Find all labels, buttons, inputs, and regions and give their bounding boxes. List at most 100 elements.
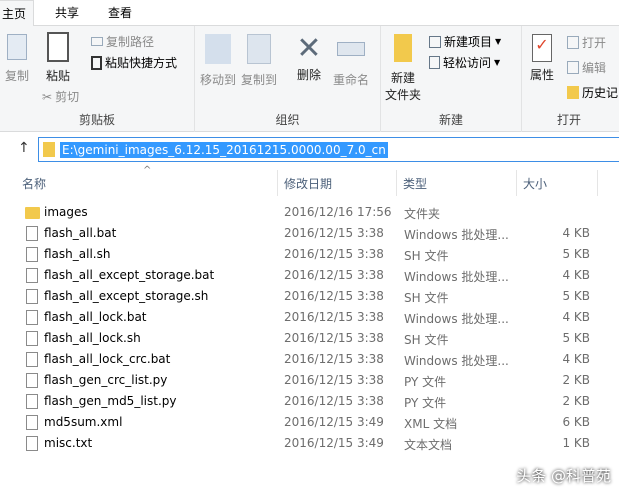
copy-path-label: 复制路径 (106, 35, 155, 49)
rename-button[interactable]: 重命名 (329, 34, 373, 88)
properties-check-icon: ✓ (532, 34, 552, 62)
column-size[interactable]: 大小 (523, 175, 547, 192)
file-row[interactable]: images 2016/12/16 17:56 文件夹 (0, 202, 619, 223)
file-size: 2 KB (562, 394, 590, 408)
file-name: flash_gen_md5_list.py (44, 394, 177, 408)
file-name: flash_all_lock.bat (44, 310, 147, 324)
new-item-button[interactable]: 新建项目 ▼ (429, 33, 501, 50)
up-arrow-icon[interactable]: ↑ (18, 140, 30, 156)
file-row[interactable]: flash_all_except_storage.sh 2016/12/15 3:… (0, 286, 619, 307)
open-button[interactable]: 打开 (567, 34, 606, 51)
file-row[interactable]: flash_all_lock_crc.bat 2016/12/15 3:38 Win… (0, 349, 619, 370)
new-folder-label-1: 新建 (390, 71, 415, 85)
file-date: 2016/12/15 3:38 (284, 289, 384, 303)
file-icon (26, 289, 38, 304)
column-divider[interactable] (516, 170, 517, 196)
rename-icon (337, 42, 365, 56)
file-type: Windows 批处理... (404, 354, 509, 368)
clipboard-group: 复制 粘贴 复制路径 粘贴快捷方式 ✂ 剪切 剪贴板 (0, 26, 195, 132)
file-row[interactable]: flash_all.bat 2016/12/15 3:38 Windows 批处理.… (0, 223, 619, 244)
address-bar-row: ↑ E:\gemini_images_6.12.15_20161215.0000… (0, 133, 619, 167)
ribbon: 复制 粘贴 复制路径 粘贴快捷方式 ✂ 剪切 剪贴板 移动到 复制到 ✕ 删除 重… (0, 26, 619, 132)
new-group-label: 新建 (438, 113, 463, 127)
file-icon (26, 373, 38, 388)
file-date: 2016/12/15 3:38 (284, 268, 384, 282)
file-row[interactable]: flash_all.sh 2016/12/15 3:38 SH 文件 5 KB (0, 244, 619, 265)
file-row[interactable]: flash_gen_crc_list.py 2016/12/15 3:38 PY 文… (0, 370, 619, 391)
file-row[interactable]: flash_all_except_storage.bat 2016/12/15 3… (0, 265, 619, 286)
file-size: 4 KB (562, 310, 590, 324)
paste-button[interactable]: 粘贴 (40, 32, 76, 84)
folder-icon (25, 207, 40, 219)
file-date: 2016/12/15 3:49 (284, 415, 384, 429)
open-label: 打开 (582, 36, 607, 50)
column-headers: ^ 名称 修改日期 类型 大小 (0, 165, 619, 196)
delete-label: 删除 (296, 68, 321, 82)
file-name: flash_gen_crc_list.py (44, 373, 168, 387)
delete-x-icon: ✕ (296, 31, 322, 66)
file-row[interactable]: misc.txt 2016/12/15 3:49 文本文档 1 KB (0, 433, 619, 454)
column-divider[interactable] (597, 170, 598, 196)
file-name: flash_all.bat (44, 226, 117, 240)
paste-shortcut-button[interactable]: 粘贴快捷方式 (91, 54, 177, 71)
file-date: 2016/12/15 3:38 (284, 394, 384, 408)
cut-button[interactable]: ✂ 剪切 (42, 88, 79, 105)
easy-access-button[interactable]: 轻松访问 ▼ (429, 54, 500, 71)
open-icon (567, 36, 579, 49)
batch-file-icon (26, 310, 38, 325)
file-size: 6 KB (562, 415, 590, 429)
file-name: flash_all_except_storage.bat (44, 268, 215, 282)
organize-group: 移动到 复制到 ✕ 删除 重命名 组织 (195, 26, 381, 132)
easy-access-label: 轻松访问 (443, 56, 492, 70)
file-size: 4 KB (562, 268, 590, 282)
copy-icon (7, 34, 27, 60)
file-icon (26, 331, 38, 346)
address-input[interactable]: E:\gemini_images_6.12.15_20161215.0000.0… (38, 137, 619, 162)
dropdown-icon: ▼ (494, 58, 501, 67)
new-folder-label-2: 文件夹 (384, 88, 421, 102)
file-type: Windows 批处理... (404, 228, 509, 242)
properties-button[interactable]: ✓ 属性 (524, 34, 560, 83)
file-size: 2 KB (562, 373, 590, 387)
edit-button[interactable]: 编辑 (567, 59, 606, 76)
column-type[interactable]: 类型 (403, 175, 427, 192)
file-name: flash_all_except_storage.sh (44, 289, 209, 303)
move-icon (205, 34, 231, 64)
file-size: 4 KB (562, 226, 590, 240)
tab-home[interactable]: 主页 (0, 0, 34, 27)
tab-view[interactable]: 查看 (108, 4, 132, 21)
file-date: 2016/12/15 3:38 (284, 331, 384, 345)
new-item-icon (429, 35, 441, 48)
tab-share[interactable]: 共享 (55, 4, 79, 21)
file-date: 2016/12/15 3:38 (284, 226, 384, 240)
watermark: 头条 @科普苑 (516, 467, 611, 485)
file-row[interactable]: flash_gen_md5_list.py 2016/12/15 3:38 PY 文… (0, 391, 619, 412)
history-button[interactable]: 历史记 (567, 84, 618, 101)
new-folder-button[interactable]: 新建 文件夹 (383, 34, 423, 103)
file-type: SH 文件 (404, 333, 449, 347)
copy-path-button[interactable]: 复制路径 (91, 33, 154, 50)
ribbon-tabs: 主页 共享 查看 (0, 0, 619, 27)
delete-button[interactable]: ✕ 删除 (292, 32, 326, 83)
new-item-label: 新建项目 (444, 35, 493, 49)
address-path: E:\gemini_images_6.12.15_20161215.0000.0… (60, 142, 388, 158)
file-type: 文件夹 (404, 207, 441, 221)
file-row[interactable]: flash_all_lock.sh 2016/12/15 3:38 SH 文件 5 K… (0, 328, 619, 349)
column-name[interactable]: 名称 (22, 175, 46, 192)
file-row[interactable]: flash_all_lock.bat 2016/12/15 3:38 Windows… (0, 307, 619, 328)
file-name: flash_all_lock.sh (44, 331, 141, 345)
file-type: PY 文件 (404, 375, 447, 389)
file-row[interactable]: md5sum.xml 2016/12/15 3:49 XML 文档 6 KB (0, 412, 619, 433)
cut-label: 剪切 (55, 90, 80, 104)
copy-button[interactable]: 复制 (2, 34, 32, 84)
column-date[interactable]: 修改日期 (284, 175, 332, 192)
file-type: XML 文档 (404, 417, 458, 431)
move-to-button[interactable]: 移动到 (198, 34, 238, 88)
copy-to-button[interactable]: 复制到 (239, 34, 279, 88)
sort-ascending-icon: ^ (143, 165, 152, 176)
column-divider[interactable] (277, 170, 278, 196)
shortcut-icon (91, 55, 102, 70)
path-icon (91, 37, 103, 46)
file-date: 2016/12/16 17:56 (284, 205, 392, 219)
column-divider[interactable] (396, 170, 397, 196)
